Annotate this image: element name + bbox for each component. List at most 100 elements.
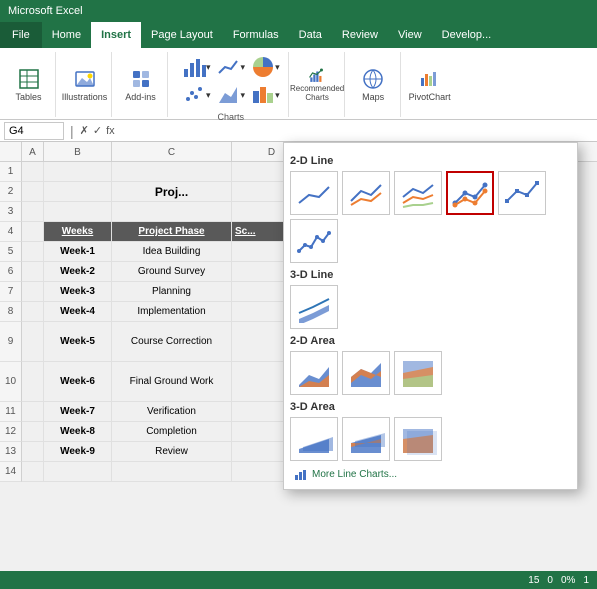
chart-line-3d[interactable] (290, 285, 338, 329)
cell-14a[interactable] (22, 462, 44, 482)
cell-reference-input[interactable] (4, 122, 64, 140)
ribbon-group-tables: Tables (6, 52, 56, 117)
addins-button[interactable]: Add-ins (125, 67, 157, 103)
maps-button[interactable]: Maps (357, 67, 389, 103)
cell-7c[interactable]: Planning (112, 282, 232, 302)
tab-review[interactable]: Review (332, 22, 388, 48)
cell-13b[interactable]: Week-9 (44, 442, 112, 462)
chart-area-100[interactable] (394, 351, 442, 395)
chart-line-100-stacked[interactable] (394, 171, 442, 215)
cell-3a[interactable] (22, 202, 44, 222)
ribbon-group-addins: Add-ins (118, 52, 168, 117)
col-header-c: C (112, 142, 232, 162)
pie-chart-button[interactable]: ▾ (249, 54, 282, 80)
section-3d-line-title: 3-D Line (290, 269, 571, 281)
cell-3c[interactable] (112, 202, 232, 222)
cell-11a[interactable] (22, 402, 44, 422)
enter-symbol: ✓ (93, 124, 102, 137)
cell-3b[interactable] (44, 202, 112, 222)
chart-row-2d-area (290, 351, 571, 395)
chart-line-small[interactable] (290, 219, 338, 263)
cell-12c[interactable]: Completion (112, 422, 232, 442)
chart-area-3d-100[interactable] (394, 417, 442, 461)
tab-insert[interactable]: Insert (91, 22, 141, 48)
chart-area-basic[interactable] (290, 351, 338, 395)
chart-area-3d-stacked[interactable] (342, 417, 390, 461)
cell-2c[interactable]: Proj... (112, 182, 232, 202)
cell-9c[interactable]: Course Correction (112, 322, 232, 362)
ribbon-group-recommended: RecommendedCharts (295, 52, 345, 117)
chart-row-small-line (290, 219, 571, 263)
col-header-b: B (44, 142, 112, 162)
tab-page-layout[interactable]: Page Layout (141, 22, 223, 48)
cell-10a[interactable] (22, 362, 44, 402)
tables-button[interactable]: Tables (13, 67, 45, 103)
cell-10c[interactable]: Final Ground Work (112, 362, 232, 402)
cell-1a[interactable] (22, 162, 44, 182)
cell-6b[interactable]: Week-2 (44, 262, 112, 282)
cell-6a[interactable] (22, 262, 44, 282)
tab-formulas[interactable]: Formulas (223, 22, 289, 48)
cell-8a[interactable] (22, 302, 44, 322)
tables-label: Tables (15, 92, 41, 102)
charts-group-label: Charts (180, 112, 282, 122)
scatter-chart-button[interactable]: ▾ (180, 82, 213, 108)
tab-data[interactable]: Data (289, 22, 332, 48)
status-zero: 0 (547, 575, 553, 586)
illustrations-button[interactable]: Illustrations (69, 67, 101, 103)
fx-symbol: ✗ (80, 124, 89, 137)
cell-5a[interactable] (22, 242, 44, 262)
row-num-3: 3 (0, 202, 22, 222)
cell-5c[interactable]: Idea Building (112, 242, 232, 262)
recommended-charts-button[interactable]: RecommendedCharts (301, 67, 333, 103)
more-line-charts-button[interactable]: More Line Charts... (290, 465, 571, 483)
cell-2a[interactable] (22, 182, 44, 202)
section-3d-area-title: 3-D Area (290, 401, 571, 413)
pivotchart-button[interactable]: PivotChart (414, 67, 446, 103)
cell-6c[interactable]: Ground Survey (112, 262, 232, 282)
tab-view[interactable]: View (388, 22, 432, 48)
chart-line-markers[interactable] (446, 171, 494, 215)
cell-4a[interactable] (22, 222, 44, 242)
cell-9b[interactable]: Week-5 (44, 322, 112, 362)
cell-7b[interactable]: Week-3 (44, 282, 112, 302)
row-num-7: 7 (0, 282, 22, 302)
cell-14b[interactable] (44, 462, 112, 482)
cell-13a[interactable] (22, 442, 44, 462)
cell-2b[interactable] (44, 182, 112, 202)
cell-7a[interactable] (22, 282, 44, 302)
row-num-4: 4 (0, 222, 22, 242)
row-num-10: 10 (0, 362, 22, 402)
tab-file[interactable]: File (0, 22, 42, 48)
cell-11c[interactable]: Verification (112, 402, 232, 422)
cell-9a[interactable] (22, 322, 44, 362)
cell-8b[interactable]: Week-4 (44, 302, 112, 322)
formula-input[interactable] (123, 125, 593, 137)
cell-4c[interactable]: Project Phase (112, 222, 232, 242)
cell-1c[interactable] (112, 162, 232, 182)
line-chart-button[interactable]: ▾ (215, 54, 248, 80)
cell-14c[interactable] (112, 462, 232, 482)
ribbon-content: Tables Illustrations Add-ins ▾ (0, 48, 597, 120)
chart-line-basic[interactable] (290, 171, 338, 215)
tab-develop[interactable]: Develop... (432, 22, 502, 48)
cell-12a[interactable] (22, 422, 44, 442)
cell-11b[interactable]: Week-7 (44, 402, 112, 422)
cell-12b[interactable]: Week-8 (44, 422, 112, 442)
cell-5b[interactable]: Week-1 (44, 242, 112, 262)
bar-chart-button[interactable]: ▾ (180, 54, 213, 80)
chart-area-3d[interactable] (290, 417, 338, 461)
cell-1b[interactable] (44, 162, 112, 182)
chart-row-2d-line (290, 171, 571, 215)
chart-line-stacked-markers[interactable] (498, 171, 546, 215)
chart-area-stacked[interactable] (342, 351, 390, 395)
cell-13c[interactable]: Review (112, 442, 232, 462)
cell-10b[interactable]: Week-6 (44, 362, 112, 402)
cell-4b[interactable]: Weeks (44, 222, 112, 242)
cell-8c[interactable]: Implementation (112, 302, 232, 322)
recommended-label: RecommendedCharts (290, 85, 344, 103)
area-chart-button[interactable]: ▾ (215, 82, 248, 108)
other-chart-button[interactable]: ▾ (249, 82, 282, 108)
chart-line-stacked[interactable] (342, 171, 390, 215)
tab-home[interactable]: Home (42, 22, 91, 48)
